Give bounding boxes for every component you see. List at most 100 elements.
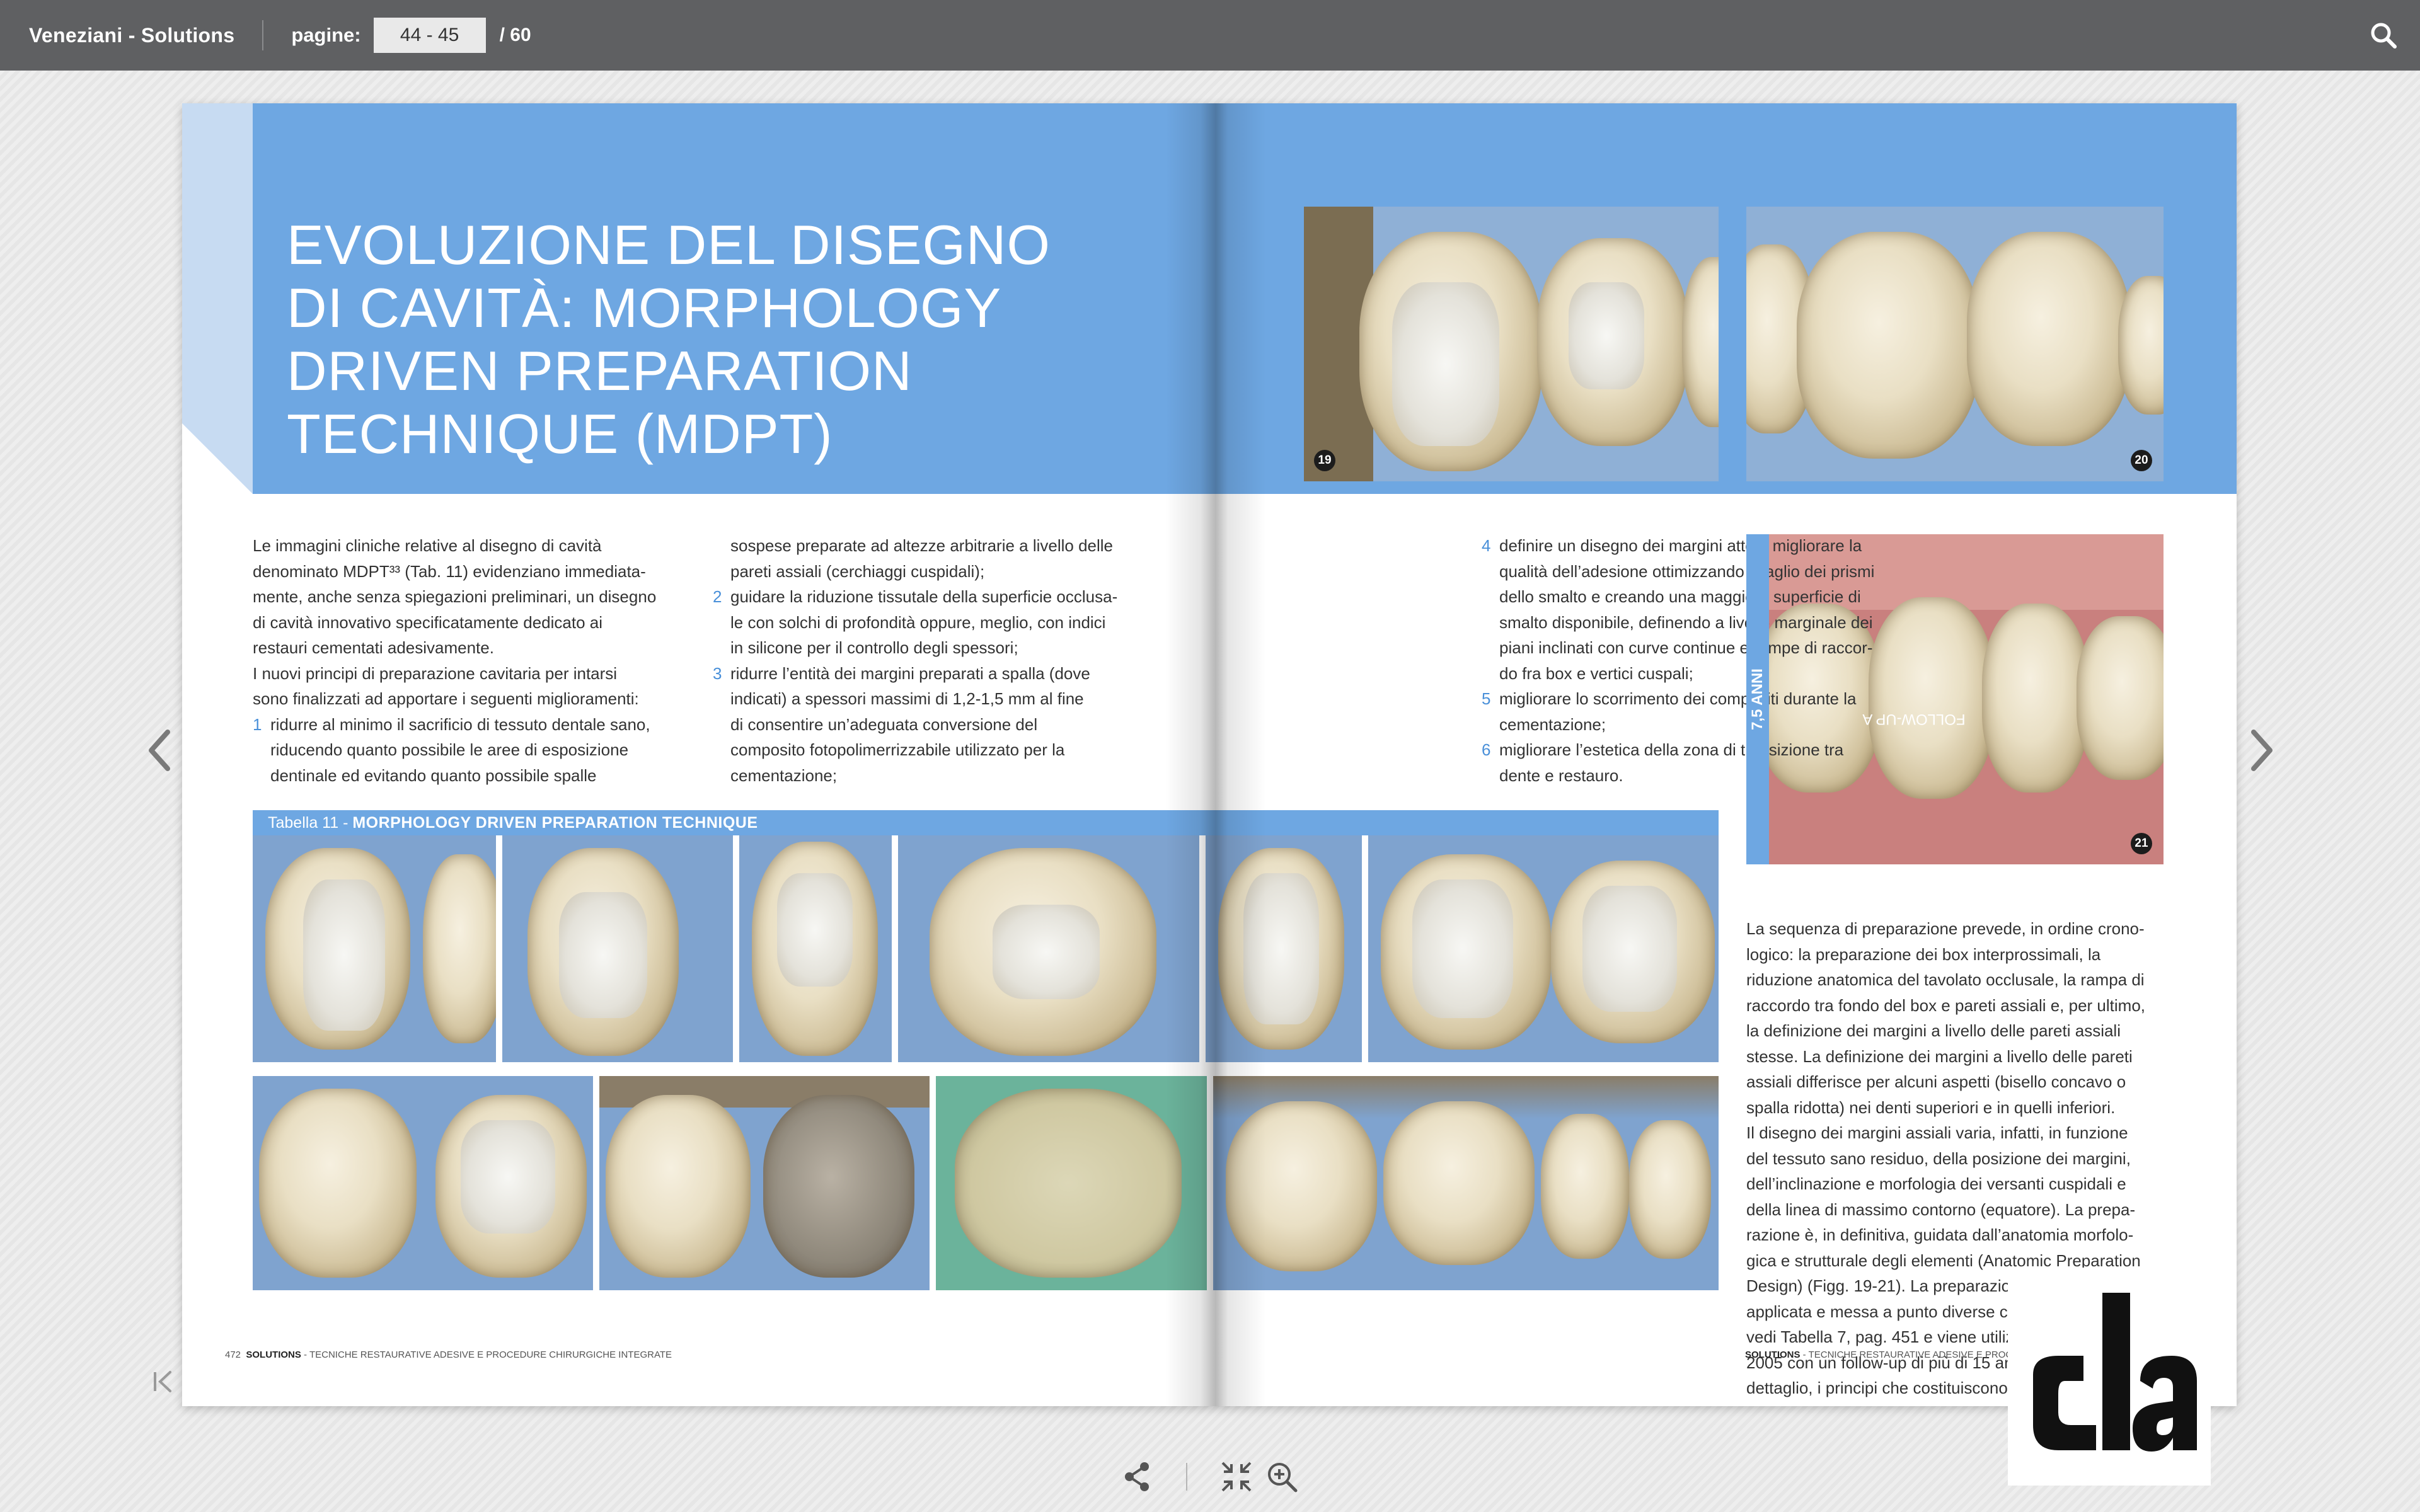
followup-duration: 7,5 ANNI	[1749, 668, 1766, 730]
text-line: dentinale ed evitando quanto possibile s…	[270, 765, 597, 785]
list-item: 5 migliorare lo scorrimento dei compositi…	[1482, 686, 1874, 712]
text-line: smalto disponibile, definendo a livello …	[1499, 612, 1873, 632]
list-number: 3	[713, 663, 722, 683]
table-11-photo-grid	[253, 835, 1719, 1290]
text-line: denominato MDPT³³ (Tab. 11) evidenziano …	[253, 561, 646, 581]
pages-label: pagine:	[291, 24, 361, 46]
first-page-icon[interactable]	[151, 1367, 176, 1396]
text-line: guidare la riduzione tissutale della sup…	[730, 587, 1118, 606]
text-line: logico: la preparazione dei box interpro…	[1746, 944, 2101, 964]
text-line: I nuovi principi di preparazione cavitar…	[253, 663, 618, 683]
text-line: in silicone per il controllo degli spess…	[730, 638, 1018, 657]
table-photo	[599, 1076, 930, 1290]
text-line: raccordo tra fondo del box e pareti assi…	[1746, 995, 2146, 1015]
top-toolbar: Veneziani - Solutions pagine: / 60	[0, 0, 2420, 71]
figure-badge: 20	[2131, 450, 2152, 471]
chevron-right-icon[interactable]	[2244, 722, 2281, 779]
text-line: dello smalto e creando una maggiore supe…	[1499, 587, 1861, 606]
chevron-left-icon[interactable]	[140, 722, 178, 779]
article-headline: EVOLUZIONE DEL DISEGNO DI CAVITÀ: MORPHO…	[287, 214, 1106, 466]
table-photo	[253, 1076, 593, 1290]
text-line: di cavità innovativo specificatamente de…	[253, 612, 602, 632]
page-number-input[interactable]	[373, 18, 486, 53]
text-column-2: sospese preparate ad altezze arbitrarie …	[713, 533, 1117, 788]
headline-line: TECHNIQUE (MDPT)	[287, 403, 833, 465]
list-number: 4	[1482, 536, 1491, 555]
search-icon[interactable]	[2368, 20, 2399, 50]
headline-line: EVOLUZIONE DEL DISEGNO	[287, 214, 1051, 276]
tools-divider	[1186, 1463, 1187, 1491]
text-line: restauri cementati adesivamente.	[253, 638, 494, 657]
text-line: composito fotopolimerrizzabile utilizzat…	[730, 740, 1065, 759]
clinical-photo-19: 19	[1304, 207, 1719, 481]
text-line: definire un disegno dei margini atto a m…	[1499, 536, 1862, 555]
zoom-in-icon[interactable]	[1264, 1459, 1299, 1494]
list-item: 4 definire un disegno dei margini atto a …	[1482, 533, 1874, 559]
text-line: cementazione;	[730, 765, 838, 785]
table-photo	[253, 835, 496, 1062]
text-line: migliorare l’estetica della zona di tran…	[1499, 740, 1844, 759]
share-icon[interactable]	[1121, 1459, 1155, 1494]
footer-text: - TECNICHE RESTAURATIVE ADESIVE E PROCED…	[301, 1349, 672, 1360]
text-line: sospese preparate ad altezze arbitrarie …	[730, 536, 1114, 555]
accent-corner	[182, 423, 253, 494]
table-photo	[1206, 835, 1362, 1062]
text-line: migliorare lo scorrimento dei compositi …	[1499, 689, 1857, 708]
text-line: razione è, in definitiva, guidata dall’a…	[1746, 1225, 2134, 1244]
collapse-icon[interactable]	[1219, 1459, 1254, 1494]
text-column-1: Le immagini cliniche relative al disegno…	[253, 533, 656, 788]
text-line: mente, anche senza spiegazioni prelimina…	[253, 587, 657, 606]
figure-badge: 19	[1314, 450, 1335, 471]
text-line: Il disegno dei margini assiali varia, in…	[1746, 1123, 2128, 1142]
text-line: della linea di massimo contorno (equator…	[1746, 1200, 2136, 1219]
logo-overlay	[2008, 1268, 2211, 1486]
table-label: Tabella 11 -	[268, 814, 353, 832]
text-line: riducendo quanto possibile le aree di es…	[270, 740, 629, 759]
list-number: 1	[253, 714, 262, 734]
followup-text: FOLLOW-UP A 7,5 ANNI	[1749, 668, 1966, 730]
text-column-3: 4 definire un disegno dei margini atto a …	[1482, 533, 1874, 788]
text-line: dell’inclinazione e morfologia dei versa…	[1746, 1174, 2126, 1193]
magazine-spread: EVOLUZIONE DEL DISEGNO DI CAVITÀ: MORPHO…	[182, 103, 2237, 1406]
list-number: 2	[713, 587, 722, 606]
text-line: cementazione;	[1499, 714, 1606, 734]
text-line: dente e restauro.	[1499, 765, 1623, 785]
list-item: 3 ridurre l’entità dei margini preparati …	[713, 661, 1117, 687]
text-line: Le immagini cliniche relative al disegno…	[253, 536, 602, 555]
table-title: MORPHOLOGY DRIVEN PREPARATION TECHNIQUE	[352, 814, 758, 832]
text-line: stesse. La definizione dei margini a liv…	[1746, 1046, 2133, 1066]
table-11-header: Tabella 11 - MORPHOLOGY DRIVEN PREPARATI…	[253, 810, 1719, 835]
figure-badge: 21	[2131, 833, 2152, 854]
table-photo	[502, 835, 733, 1062]
text-line: La sequenza di preparazione prevede, in …	[1746, 919, 2145, 938]
list-item: 6 migliorare l’estetica della zona di tra…	[1482, 737, 1874, 763]
text-line: le con solchi di profondità oppure, megl…	[730, 612, 1106, 632]
followup-prefix: FOLLOW-UP A	[1862, 710, 1966, 728]
footer-brand: SOLUTIONS	[246, 1349, 301, 1360]
list-item: 2 guidare la riduzione tissutale della su…	[713, 584, 1117, 610]
text-line: del tessuto sano residuo, della posizion…	[1746, 1148, 2131, 1168]
text-line: ridurre al minimo il sacrificio di tessu…	[270, 714, 650, 734]
text-line: pareti assiali (cerchiaggi cuspidali);	[730, 561, 985, 581]
list-item: 1 ridurre al minimo il sacrificio di tess…	[253, 712, 656, 738]
headline-line: DRIVEN PREPARATION	[287, 340, 913, 402]
text-line: la definizione dei margini a livello del…	[1746, 1021, 2121, 1040]
text-line: riduzione anatomica del tavolato occlusa…	[1746, 970, 2145, 989]
text-line: di consentire un’adeguata conversione de…	[730, 714, 1038, 734]
list-number: 6	[1482, 740, 1491, 759]
headline-line: DI CAVITÀ: MORPHOLOGY	[287, 277, 1002, 339]
text-line: spalla ridotta) nei denti superiori e in…	[1746, 1097, 2116, 1117]
left-footer: 472 SOLUTIONS - TECNICHE RESTAURATIVE AD…	[225, 1349, 672, 1360]
clinical-photo-20: 20	[1746, 207, 2164, 481]
table-photo	[898, 835, 1199, 1062]
followup-label: FOLLOW-UP A 7,5 ANNI	[1746, 534, 1966, 864]
logo-graphic	[2033, 1293, 2197, 1452]
table-photo	[1368, 835, 1719, 1062]
page-number: 472	[225, 1349, 241, 1360]
app-title: Veneziani - Solutions	[29, 23, 235, 47]
text-line: indicati) a spessori massimi di 1,2-1,5 …	[730, 689, 1084, 708]
text-line: qualità dell’adesione ottimizzando il ta…	[1499, 561, 1875, 581]
table-photo	[739, 835, 892, 1062]
pages-total: / 60	[499, 25, 531, 45]
list-number: 5	[1482, 689, 1491, 708]
